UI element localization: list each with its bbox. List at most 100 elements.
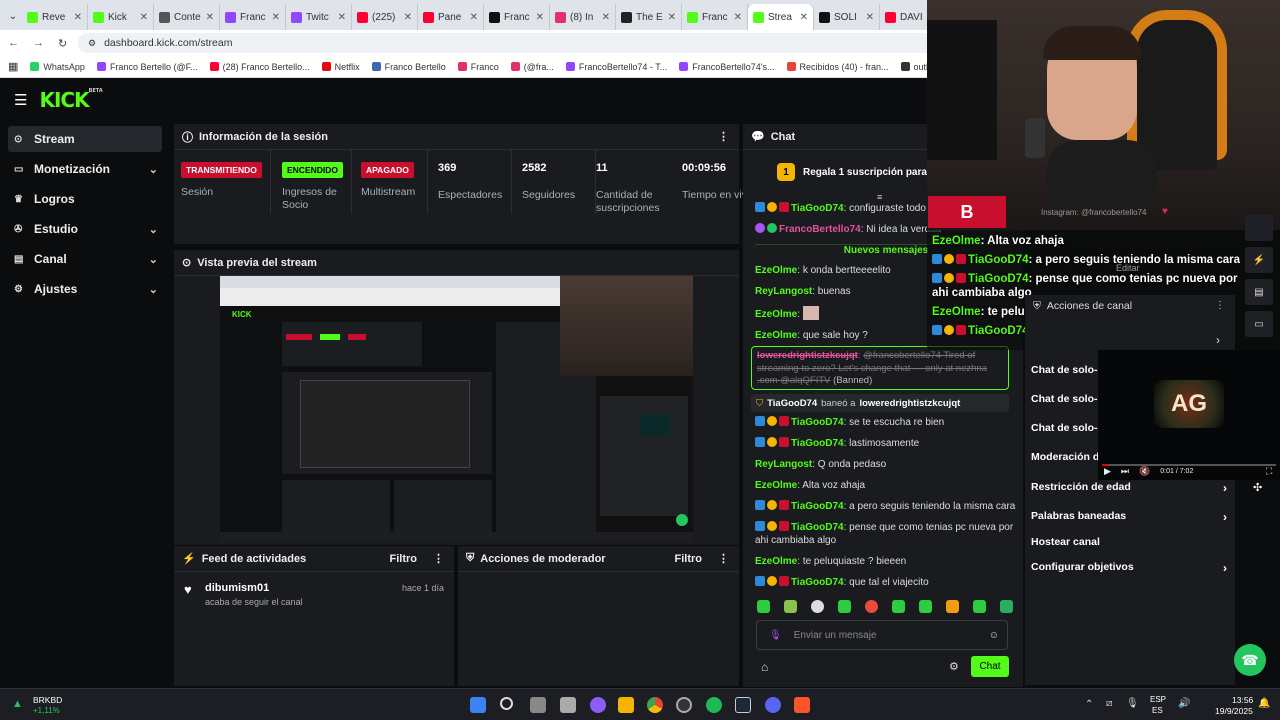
browser-tab[interactable]: (225) ✕ bbox=[352, 4, 418, 30]
bookmark-item[interactable]: (28) Franco Bertello... bbox=[209, 62, 310, 72]
mini-player[interactable]: AG ▶ ⏭ 🔇 0:01 / 7:02 ⛶ bbox=[1098, 350, 1280, 480]
chrome-icon[interactable] bbox=[647, 697, 663, 713]
rail-button[interactable] bbox=[1245, 215, 1273, 241]
emoji-icon[interactable]: ☺ bbox=[989, 630, 999, 641]
more-icon[interactable]: ⋮ bbox=[1215, 300, 1225, 311]
store-icon[interactable]: ⌂ bbox=[761, 660, 768, 674]
tab-list-dropdown[interactable]: ⌄ bbox=[4, 5, 22, 27]
emote-icon[interactable] bbox=[1000, 600, 1013, 613]
ticker[interactable]: BRKBD bbox=[33, 695, 62, 705]
start-icon[interactable] bbox=[470, 697, 486, 713]
next-icon[interactable]: ⏭ bbox=[1121, 466, 1129, 477]
emote-icon[interactable] bbox=[784, 600, 797, 613]
browser-tab[interactable]: Franc ✕ bbox=[682, 4, 748, 30]
channel-action-item[interactable]: Configurar objetivos › bbox=[1031, 561, 1227, 575]
emote-icon[interactable] bbox=[946, 600, 959, 613]
bookmark-item[interactable]: Franco bbox=[457, 62, 499, 72]
sidebar-item-stream[interactable]: ⊙ Stream bbox=[8, 126, 162, 152]
lang-top[interactable]: ESP bbox=[1150, 695, 1166, 704]
chat-username[interactable]: ReyLangost bbox=[755, 286, 812, 297]
forward-icon[interactable]: → bbox=[33, 37, 44, 49]
mute-icon[interactable]: 🔇 bbox=[1139, 466, 1150, 477]
emote-icon[interactable] bbox=[757, 600, 770, 613]
chat-username[interactable]: TiaGooD74 bbox=[791, 417, 844, 428]
notification-icon[interactable]: 🔔 bbox=[1258, 698, 1270, 709]
emote-icon[interactable] bbox=[919, 600, 932, 613]
tab-close-icon[interactable]: ✕ bbox=[338, 12, 346, 23]
more-icon[interactable]: ⋮ bbox=[433, 552, 444, 565]
rail-button[interactable]: ▤ bbox=[1245, 279, 1273, 305]
browser-tab[interactable]: SOLI ✕ bbox=[814, 4, 880, 30]
puzzle-icon[interactable]: ✣ bbox=[1253, 481, 1262, 494]
chat-username[interactable]: ReyLangost bbox=[755, 459, 812, 470]
ban-actor[interactable]: TiaGooD74 bbox=[767, 398, 817, 409]
channel-action-item[interactable]: Hostear canal bbox=[1031, 536, 1227, 548]
sidebar-item-monetización[interactable]: ▭ Monetización ⌄ bbox=[8, 156, 162, 182]
chat-username[interactable]: TiaGooD74 bbox=[791, 438, 844, 449]
more-icon[interactable]: ⋮ bbox=[718, 130, 729, 143]
tray-chevron-icon[interactable]: ⌃ bbox=[1085, 699, 1093, 710]
discord-icon[interactable] bbox=[765, 697, 781, 713]
sidebar-item-ajustes[interactable]: ⚙ Ajustes ⌄ bbox=[8, 276, 162, 302]
mic-icon[interactable]: 🎙 bbox=[1126, 698, 1139, 709]
widgets-icon[interactable] bbox=[560, 697, 576, 713]
browser-tab[interactable]: The E ✕ bbox=[616, 4, 682, 30]
bookmark-item[interactable]: (@fra... bbox=[510, 62, 554, 72]
emote-icon[interactable] bbox=[838, 600, 851, 613]
chat-username[interactable]: TiaGooD74 bbox=[791, 577, 844, 588]
tab-close-icon[interactable]: ✕ bbox=[470, 12, 478, 23]
bookmark-item[interactable]: FrancoBertello74's... bbox=[679, 62, 775, 72]
chat-input[interactable]: 🎙 Enviar un mensaje ☺ bbox=[756, 620, 1008, 650]
task-view-icon[interactable] bbox=[530, 697, 546, 713]
tab-close-icon[interactable]: ✕ bbox=[140, 12, 148, 23]
browser-tab[interactable]: Strea ✕ bbox=[748, 4, 814, 30]
browser-tab[interactable]: Kick ✕ bbox=[88, 4, 154, 30]
preview-video[interactable]: KICK bbox=[220, 276, 693, 542]
tab-close-icon[interactable]: ✕ bbox=[272, 12, 280, 23]
tab-close-icon[interactable]: ✕ bbox=[668, 12, 676, 23]
reload-icon[interactable]: ↻ bbox=[58, 37, 67, 50]
apps-grid-icon[interactable]: ▦ bbox=[8, 60, 18, 73]
chat-username[interactable]: EzeOlme bbox=[755, 556, 797, 567]
obs-icon[interactable] bbox=[676, 697, 692, 713]
play-icon[interactable]: ▶ bbox=[1104, 466, 1111, 477]
kick-logo[interactable]: KICKBETA bbox=[39, 88, 102, 112]
emote-icon[interactable] bbox=[892, 600, 905, 613]
more-icon[interactable]: ⋮ bbox=[718, 552, 729, 565]
bookmark-item[interactable]: WhatsApp bbox=[30, 62, 85, 72]
menu-icon[interactable]: ☰ bbox=[14, 91, 27, 109]
chevron-right-icon[interactable]: › bbox=[1216, 333, 1220, 347]
feed-user[interactable]: dibumism01 bbox=[205, 582, 269, 594]
chat-username[interactable]: TiaGooD74 bbox=[791, 203, 844, 214]
chat-username[interactable]: EzeOlme bbox=[755, 265, 797, 276]
spotify-icon[interactable] bbox=[706, 697, 722, 713]
site-info-icon[interactable]: ⚙ bbox=[88, 38, 96, 49]
volume-icon[interactable]: 🔊 bbox=[1178, 698, 1190, 709]
back-icon[interactable]: ← bbox=[8, 37, 19, 49]
collapse-icon[interactable]: ≡ bbox=[877, 192, 882, 202]
browser-tab[interactable]: Franc ✕ bbox=[484, 4, 550, 30]
channel-action-item[interactable]: Palabras baneadas › bbox=[1031, 510, 1227, 524]
tab-close-icon[interactable]: ✕ bbox=[74, 12, 82, 23]
tab-close-icon[interactable]: ✕ bbox=[602, 12, 610, 23]
network-icon[interactable]: ⧄ bbox=[1106, 698, 1112, 709]
rail-button[interactable]: ⚡ bbox=[1245, 247, 1273, 273]
channel-action-item[interactable]: Restricción de edad › bbox=[1031, 481, 1227, 495]
mod-filter-button[interactable]: Filtro bbox=[675, 553, 703, 565]
chat-username[interactable]: EzeOlme bbox=[755, 480, 797, 491]
fullscreen-icon[interactable]: ⛶ bbox=[1266, 466, 1272, 477]
browser-tab[interactable]: Franc ✕ bbox=[220, 4, 286, 30]
send-chat-button[interactable]: Chat bbox=[971, 656, 1009, 677]
search-icon[interactable] bbox=[500, 697, 513, 710]
app-icon[interactable] bbox=[590, 697, 606, 713]
spam-user[interactable]: loweredrightistzkcujqt bbox=[757, 350, 858, 361]
chat-username[interactable]: TiaGooD74 bbox=[791, 522, 844, 533]
feed-filter-button[interactable]: Filtro bbox=[390, 553, 418, 565]
sidebar-item-logros[interactable]: ♛ Logros bbox=[8, 186, 162, 212]
bookmark-item[interactable]: Netflix bbox=[321, 62, 360, 72]
tab-close-icon[interactable]: ✕ bbox=[734, 12, 742, 23]
help-button[interactable]: ☎ bbox=[1234, 644, 1266, 676]
sidebar-item-canal[interactable]: ▤ Canal ⌄ bbox=[8, 246, 162, 272]
mic-icon[interactable]: 🎙 bbox=[769, 630, 782, 641]
settings-icon[interactable]: ⚙ bbox=[949, 660, 959, 673]
